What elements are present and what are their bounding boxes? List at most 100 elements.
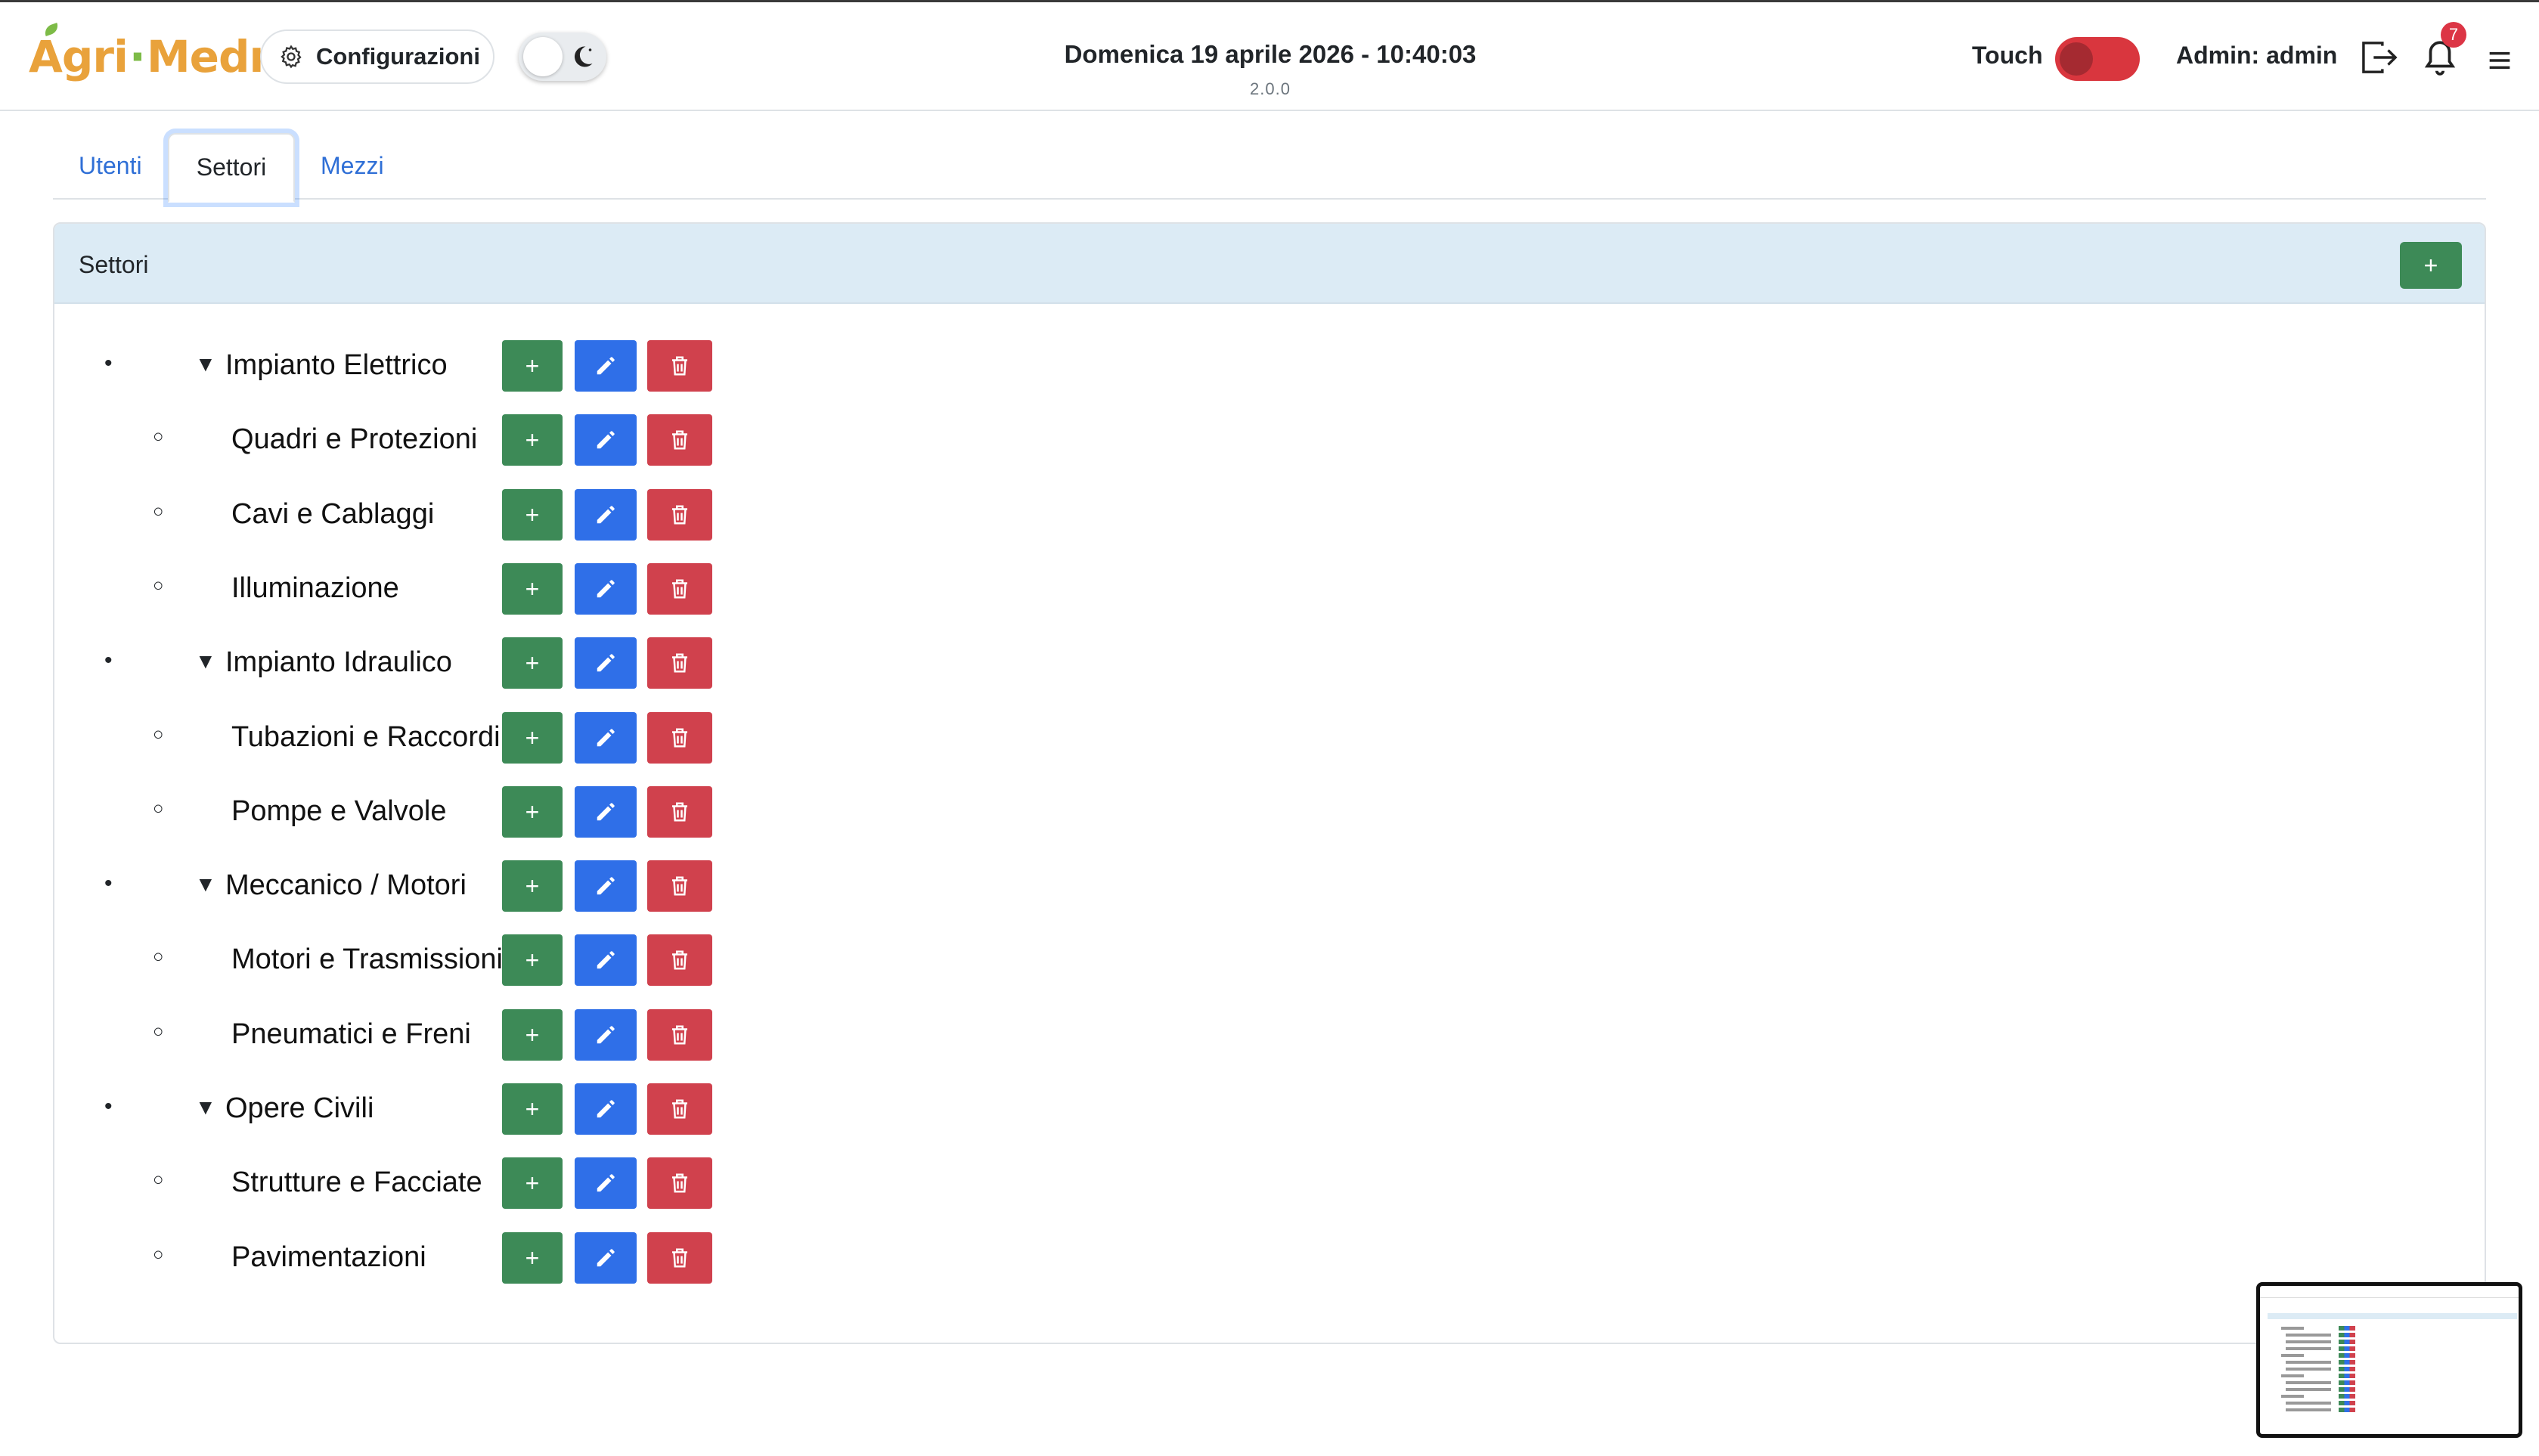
add-child-button[interactable]: + <box>502 934 563 986</box>
delete-button[interactable] <box>647 712 712 764</box>
edit-button[interactable] <box>575 1083 637 1135</box>
delete-button[interactable] <box>647 637 712 689</box>
pencil-icon <box>597 431 615 449</box>
pencil-icon <box>597 1026 615 1044</box>
thumbnail-header <box>2260 1286 2519 1298</box>
card-header: Settori + <box>54 224 2485 304</box>
pencil-icon <box>597 1100 615 1118</box>
delete-button[interactable] <box>647 489 712 541</box>
add-child-button[interactable]: + <box>502 414 563 466</box>
pencil-icon <box>597 729 615 747</box>
edit-button[interactable] <box>575 934 637 986</box>
edit-button[interactable] <box>575 1232 637 1284</box>
thumbnail-row <box>2286 1368 2331 1371</box>
edit-button[interactable] <box>575 563 637 615</box>
delete-button[interactable] <box>647 1157 712 1209</box>
configurazioni-label: Configurazioni <box>316 43 480 70</box>
logout-icon[interactable] <box>2361 40 2398 75</box>
trash-icon <box>672 1099 687 1119</box>
delete-button[interactable] <box>647 934 712 986</box>
delete-button[interactable] <box>647 786 712 838</box>
add-child-button[interactable]: + <box>502 1083 563 1135</box>
thumbnail-row-buttons <box>2339 1353 2355 1358</box>
subsector-name: Tubazioni e Raccordi <box>231 721 501 753</box>
edit-button[interactable] <box>575 1157 637 1209</box>
add-child-button[interactable]: + <box>502 340 563 392</box>
thumbnail-row-buttons <box>2339 1408 2355 1412</box>
pencil-icon <box>597 580 615 598</box>
thumbnail-row <box>2281 1395 2304 1398</box>
trash-icon <box>672 356 687 376</box>
add-child-button[interactable]: + <box>502 1157 563 1209</box>
datetime-display: Domenica 19 aprile 2026 - 10:40:03 <box>1064 40 1477 68</box>
circle-bullet: ○ <box>153 946 164 967</box>
pencil-icon <box>597 506 615 524</box>
edit-button[interactable] <box>575 860 637 912</box>
add-child-button[interactable]: + <box>502 489 563 541</box>
thumbnail-row-buttons <box>2339 1333 2355 1337</box>
add-child-button[interactable]: + <box>502 1009 563 1061</box>
thumbnail-row <box>2286 1347 2331 1350</box>
thumbnail-row <box>2281 1327 2304 1330</box>
delete-button[interactable] <box>647 563 712 615</box>
thumbnail-row-buttons <box>2339 1387 2355 1392</box>
sector-row: • ▼ Meccanico / Motori + <box>54 860 962 912</box>
tab-utenti[interactable]: Utenti <box>79 133 142 203</box>
notification-badge: 7 <box>2441 22 2466 48</box>
configurazioni-button[interactable]: Configurazioni <box>260 29 494 84</box>
add-child-button[interactable]: + <box>502 637 563 689</box>
trash-icon <box>672 876 687 896</box>
gear-icon <box>281 45 302 69</box>
thumbnail-row-buttons <box>2339 1401 2355 1405</box>
subsector-name: Pneumatici e Freni <box>231 1018 471 1050</box>
edit-button[interactable] <box>575 786 637 838</box>
tab-mezzi[interactable]: Mezzi <box>321 133 384 203</box>
thumbnail-row <box>2286 1388 2331 1391</box>
add-sector-button[interactable]: + <box>2400 242 2462 289</box>
add-child-button[interactable]: + <box>502 1232 563 1284</box>
pencil-icon <box>597 654 615 672</box>
circle-bullet: ○ <box>153 1244 164 1265</box>
subsector-row: ○ Illuminazione + <box>54 563 962 615</box>
thumbnail-row-buttons <box>2339 1346 2355 1351</box>
edit-button[interactable] <box>575 637 637 689</box>
edit-button[interactable] <box>575 712 637 764</box>
edit-button[interactable] <box>575 414 637 466</box>
hamburger-icon[interactable] <box>2488 49 2512 72</box>
delete-button[interactable] <box>647 1232 712 1284</box>
card-title: Settori <box>79 251 149 278</box>
page-thumbnail-preview[interactable] <box>2256 1282 2522 1438</box>
delete-button[interactable] <box>647 860 712 912</box>
subsector-name: Quadri e Protezioni <box>231 423 478 455</box>
collapse-caret-icon[interactable]: ▼ <box>195 872 216 897</box>
collapse-caret-icon[interactable]: ▼ <box>195 352 216 376</box>
collapse-caret-icon[interactable]: ▼ <box>195 649 216 674</box>
add-child-button[interactable]: + <box>502 712 563 764</box>
subsector-row: ○ Motori e Trasmissioni + <box>54 934 962 986</box>
circle-bullet: ○ <box>153 724 164 745</box>
circle-bullet: ○ <box>153 426 164 447</box>
edit-button[interactable] <box>575 340 637 392</box>
delete-button[interactable] <box>647 340 712 392</box>
add-child-button[interactable]: + <box>502 563 563 615</box>
edit-button[interactable] <box>575 489 637 541</box>
disc-bullet: • <box>104 871 113 896</box>
pencil-icon <box>597 803 615 821</box>
dark-mode-toggle[interactable] <box>519 33 606 81</box>
thumbnail-row <box>2286 1334 2331 1337</box>
tab-settori[interactable]: Settori <box>168 133 295 203</box>
delete-button[interactable] <box>647 1083 712 1135</box>
logo-text-agri: Agri <box>29 31 129 82</box>
touch-toggle-knob <box>2060 42 2093 76</box>
trash-icon <box>672 430 687 450</box>
edit-button[interactable] <box>575 1009 637 1061</box>
add-child-button[interactable]: + <box>502 860 563 912</box>
subsector-name: Pompe e Valvole <box>231 795 447 827</box>
delete-button[interactable] <box>647 1009 712 1061</box>
touch-toggle[interactable] <box>2055 37 2140 81</box>
circle-bullet: ○ <box>153 501 164 522</box>
add-child-button[interactable]: + <box>502 786 563 838</box>
collapse-caret-icon[interactable]: ▼ <box>195 1095 216 1120</box>
thumbnail-row <box>2286 1340 2331 1343</box>
delete-button[interactable] <box>647 414 712 466</box>
